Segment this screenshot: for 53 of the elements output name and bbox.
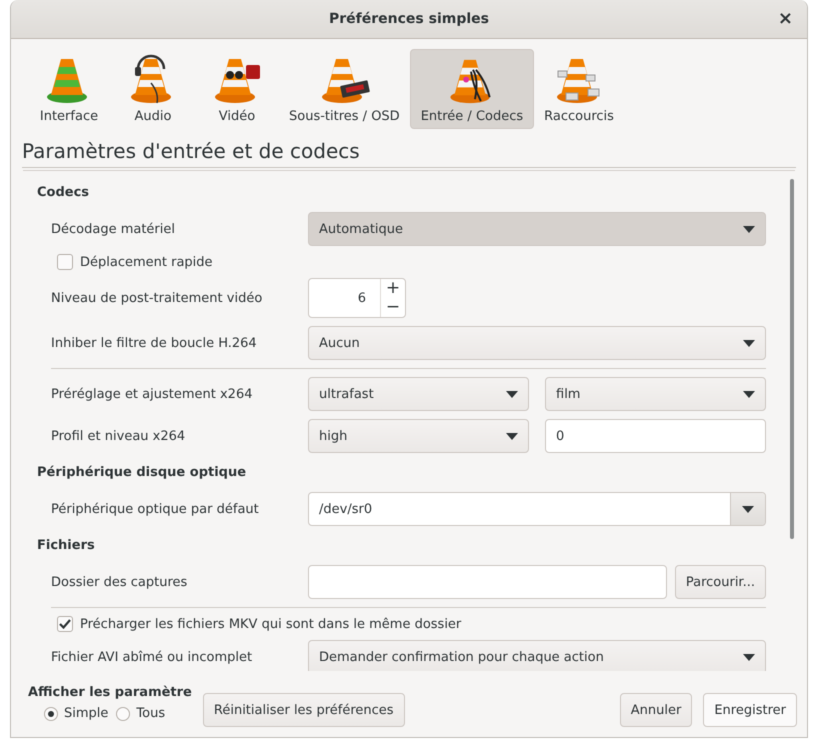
section-title: Périphérique disque optique [37, 465, 248, 480]
caret-icon [506, 432, 518, 440]
setting-label: Inhiber le filtre de boucle H.264 [51, 336, 258, 350]
input-field[interactable]: 0 [545, 419, 766, 453]
combo-box[interactable]: /dev/sr0 [308, 492, 766, 526]
setting-label: Préréglage et ajustement x264 [51, 386, 254, 402]
input-field[interactable] [308, 565, 667, 599]
close-button[interactable]: × [774, 8, 797, 29]
radio-button[interactable]: Tous [116, 706, 166, 721]
increment-button[interactable]: + [381, 279, 405, 298]
category-tab[interactable]: Entrée / Codecs [410, 49, 534, 129]
browse-button[interactable]: Parcourir... [674, 565, 766, 599]
checkbox[interactable]: Déplacement rapide [37, 254, 766, 270]
category-tab[interactable]: Interface [27, 49, 111, 129]
radio-circle[interactable] [116, 706, 130, 720]
decrement-button[interactable]: − [381, 298, 405, 317]
scrollbar[interactable] [790, 179, 794, 539]
setting-label: Périphérique optique par défaut [51, 502, 260, 516]
caret-icon [743, 340, 755, 346]
dropdown[interactable]: Demander confirmation pour chaque action [308, 640, 766, 671]
setting-label: Décodage matériel [51, 222, 176, 236]
dropdown[interactable]: high [308, 419, 529, 453]
checkbox-box[interactable] [57, 254, 73, 270]
dropdown[interactable]: ultrafast [308, 377, 529, 411]
section-title: Codecs [37, 185, 90, 200]
group-title: Afficher les paramètre [28, 685, 192, 700]
dropdown[interactable]: Automatique [308, 212, 766, 246]
caret-icon [743, 226, 755, 232]
section-title: Fichiers [37, 538, 96, 553]
caret-icon [743, 654, 755, 660]
window-title: Préférences simples [329, 11, 489, 27]
cancel-button[interactable]: Annuler [620, 693, 692, 727]
radio-button[interactable]: Simple [44, 706, 108, 721]
reset-button[interactable]: Réinitialiser les préférences [202, 693, 405, 727]
page-heading: Paramètres d'entrée et de codecs [22, 139, 796, 168]
category-tab[interactable]: Audio [111, 49, 195, 129]
checkbox[interactable]: Précharger les fichiers MKV qui sont dans le même dossier [37, 616, 766, 632]
caret-icon [506, 390, 518, 398]
caret-icon [743, 390, 755, 398]
dropdown[interactable]: Aucun [308, 326, 766, 360]
setting-label: Niveau de post-traitement vidéo [51, 290, 264, 306]
category-tab[interactable]: Raccourcis [534, 49, 624, 129]
save-button[interactable]: Enregistrer [703, 693, 797, 727]
radio-circle[interactable] [44, 706, 58, 720]
caret-icon [742, 506, 754, 512]
category-tab[interactable]: Vidéo [195, 49, 279, 129]
spin-field[interactable]: 6 + − [308, 278, 406, 318]
setting-label: Fichier AVI abîmé ou incomplet [51, 650, 254, 664]
checkbox-box[interactable] [57, 616, 73, 632]
setting-label: Profil et niveau x264 [51, 428, 186, 444]
dropdown[interactable]: film [545, 377, 766, 411]
setting-label: Dossier des captures [51, 574, 188, 590]
category-tab[interactable]: Sous-titres / OSD [279, 49, 410, 129]
